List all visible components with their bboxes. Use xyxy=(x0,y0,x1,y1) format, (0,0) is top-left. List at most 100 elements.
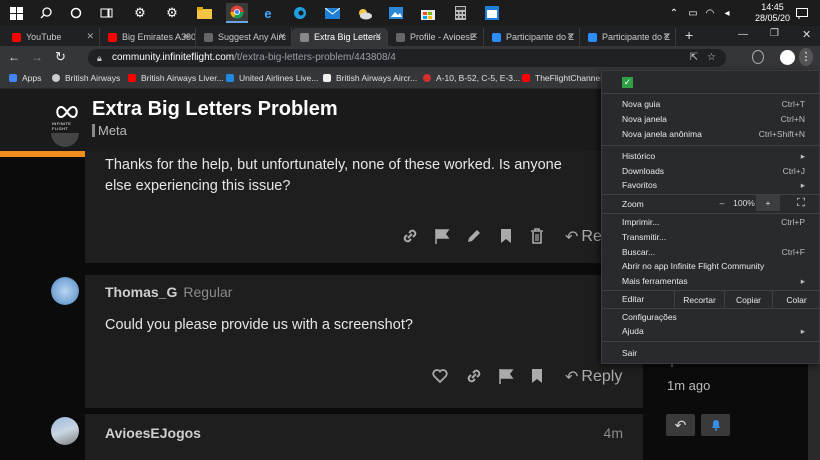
cortana-icon[interactable] xyxy=(66,3,86,23)
bookmark-ba-aircraft[interactable]: British Airways Aircr... xyxy=(323,73,417,83)
edge-new-icon[interactable] xyxy=(290,3,310,23)
zoom-out-button[interactable]: – xyxy=(710,195,734,211)
edit-pencil-icon[interactable] xyxy=(465,227,483,245)
new-tab-button[interactable]: + xyxy=(685,27,693,43)
infinite-flight-icon xyxy=(396,32,405,42)
tab-youtube[interactable]: YouTube ✕ xyxy=(4,28,100,46)
address-bar[interactable]: 🔒︎ community.infiniteflight.com/t/extra-… xyxy=(88,49,726,67)
menu-item-more-tools[interactable]: Mais ferramentas ▸ xyxy=(622,276,805,288)
system-clock[interactable]: 14:45 28/05/20 xyxy=(755,2,790,24)
avatar[interactable] xyxy=(51,417,79,445)
calculator-icon[interactable] xyxy=(450,3,470,23)
menu-item-downloads[interactable]: Downloads Ctrl+J xyxy=(622,166,805,178)
delete-trash-icon[interactable] xyxy=(528,227,546,245)
tab-zoom-2[interactable]: Participante do Z ✕ xyxy=(580,28,676,46)
reply-button[interactable]: ↶ Reply xyxy=(565,367,622,387)
post-time[interactable]: 4m xyxy=(604,425,623,441)
store-icon[interactable] xyxy=(418,3,438,23)
windows-start-icon[interactable] xyxy=(6,3,26,23)
weather-icon[interactable] xyxy=(354,3,374,23)
menu-item-new-window[interactable]: Nova janela Ctrl+N xyxy=(622,114,805,126)
profile-avatar-icon[interactable] xyxy=(780,50,795,65)
copy-button[interactable]: Copiar xyxy=(724,291,772,308)
zoom-in-button[interactable]: + xyxy=(756,195,780,211)
menu-item-cast[interactable]: Transmitir... xyxy=(622,232,805,244)
menu-item-help[interactable]: Ajuda ▸ xyxy=(622,326,805,338)
menu-item-history[interactable]: Histórico ▸ xyxy=(622,151,805,163)
forward-icon[interactable]: → xyxy=(31,50,43,64)
tab-zoom-1[interactable]: Participante do Z ✕ xyxy=(484,28,580,46)
paste-button[interactable]: Colar xyxy=(772,291,820,308)
post-author[interactable]: Thomas_G Regular xyxy=(105,284,232,300)
close-icon[interactable]: ✕ xyxy=(566,31,574,42)
topic-title[interactable]: Extra Big Letters Problem xyxy=(92,98,338,121)
back-icon[interactable]: ← xyxy=(8,50,20,64)
file-explorer-icon[interactable] xyxy=(194,3,214,23)
bookmark-flight-channel[interactable]: TheFlightChannel... xyxy=(522,73,609,83)
notification-bell-button[interactable] xyxy=(701,414,730,436)
close-icon[interactable]: ✕ xyxy=(470,31,478,42)
window-close-icon[interactable]: ✕ xyxy=(802,28,811,41)
menu-item-open-in-app[interactable]: Abrir no app Infinite Flight Community xyxy=(622,261,805,273)
bookmark-military-aircraft[interactable]: A-10, B-52, C-5, E-3... xyxy=(423,73,520,83)
menu-item-incognito[interactable]: Nova janela anônima Ctrl+Shift+N xyxy=(622,129,805,141)
post-author[interactable]: AvioesEJogos xyxy=(105,425,201,441)
tab-extra-big-letters[interactable]: Extra Big Letters ✕ xyxy=(292,28,388,46)
calendar-icon[interactable] xyxy=(482,3,502,23)
menu-item-new-tab[interactable]: Nova guia Ctrl+T xyxy=(622,99,805,111)
bookmark-apps[interactable]: Apps xyxy=(9,73,41,83)
cut-button[interactable]: Recortar xyxy=(674,291,724,308)
reply-button[interactable]: ↶ Re xyxy=(565,227,602,247)
menu-item-exit[interactable]: Sair xyxy=(622,348,805,360)
fullscreen-icon[interactable]: ⛶ xyxy=(794,195,808,211)
menu-item-settings[interactable]: Configurações xyxy=(622,312,805,324)
task-view-icon[interactable] xyxy=(96,3,116,23)
menu-item-find[interactable]: Buscar... Ctrl+F xyxy=(622,247,805,259)
bookmark-ba-livery[interactable]: British Airways Liver... xyxy=(128,73,224,83)
link-icon[interactable] xyxy=(401,227,419,245)
bookmark-icon[interactable] xyxy=(528,367,546,385)
tab-profile[interactable]: Profile - AvioesE ✕ xyxy=(388,28,484,46)
category-badge[interactable]: Meta xyxy=(92,124,127,137)
volume-icon[interactable]: ◂ xyxy=(717,3,737,23)
avatar[interactable] xyxy=(51,277,79,305)
chrome-icon[interactable] xyxy=(226,3,248,23)
zoom-icon xyxy=(492,32,501,42)
close-icon[interactable]: ✕ xyxy=(374,31,382,42)
bookmark-united-livery[interactable]: United Airlines Live... xyxy=(226,73,318,83)
extension-icon[interactable] xyxy=(752,50,764,64)
menu-kebab-icon[interactable]: ⋮ xyxy=(799,48,813,66)
tab-suggest-aircraft[interactable]: Suggest Any Airc ✕ xyxy=(196,28,292,46)
zoom-icon xyxy=(588,32,597,42)
minimize-icon[interactable]: — xyxy=(738,29,748,40)
tab-big-emirates[interactable]: Big Emirates A380 ✕ xyxy=(100,28,196,46)
open-external-icon[interactable]: ⇱ xyxy=(690,49,698,67)
reload-icon[interactable]: ↻ xyxy=(55,49,66,65)
menu-item-bookmarks[interactable]: Favoritos ▸ xyxy=(622,180,805,192)
link-icon[interactable] xyxy=(465,367,483,385)
edge-icon[interactable]: e xyxy=(258,3,278,23)
bookmark-star-icon[interactable]: ☆ xyxy=(707,49,716,67)
scrollbar[interactable] xyxy=(808,359,820,460)
restore-icon[interactable]: ❐ xyxy=(770,28,779,39)
close-icon[interactable]: ✕ xyxy=(182,31,190,42)
settings-icon[interactable]: ⚙ xyxy=(130,3,150,23)
photos-icon[interactable] xyxy=(386,3,406,23)
timeline-reply-button[interactable]: ↶ xyxy=(666,414,695,436)
gear-icon[interactable]: ⚙ xyxy=(162,3,182,23)
flag-icon[interactable] xyxy=(497,367,515,385)
flag-icon[interactable] xyxy=(433,227,451,245)
notification-icon[interactable] xyxy=(792,3,812,23)
bookmark-british-airways[interactable]: British Airways xyxy=(52,73,120,83)
close-icon[interactable]: ✕ xyxy=(278,31,286,42)
heart-icon[interactable] xyxy=(431,367,449,385)
search-icon[interactable] xyxy=(36,3,56,23)
infinite-flight-logo[interactable]: INFINITE FLIGHT xyxy=(52,105,82,135)
close-icon[interactable]: ✕ xyxy=(662,31,670,42)
close-icon[interactable]: ✕ xyxy=(86,31,94,42)
menu-item-print[interactable]: Imprimir... Ctrl+P xyxy=(622,217,805,229)
bookmark-icon[interactable] xyxy=(497,227,515,245)
chevron-up-icon[interactable]: ⌃ xyxy=(664,3,684,23)
mail-icon[interactable] xyxy=(322,3,342,23)
bookmark-label: United Airlines Live... xyxy=(239,73,319,83)
